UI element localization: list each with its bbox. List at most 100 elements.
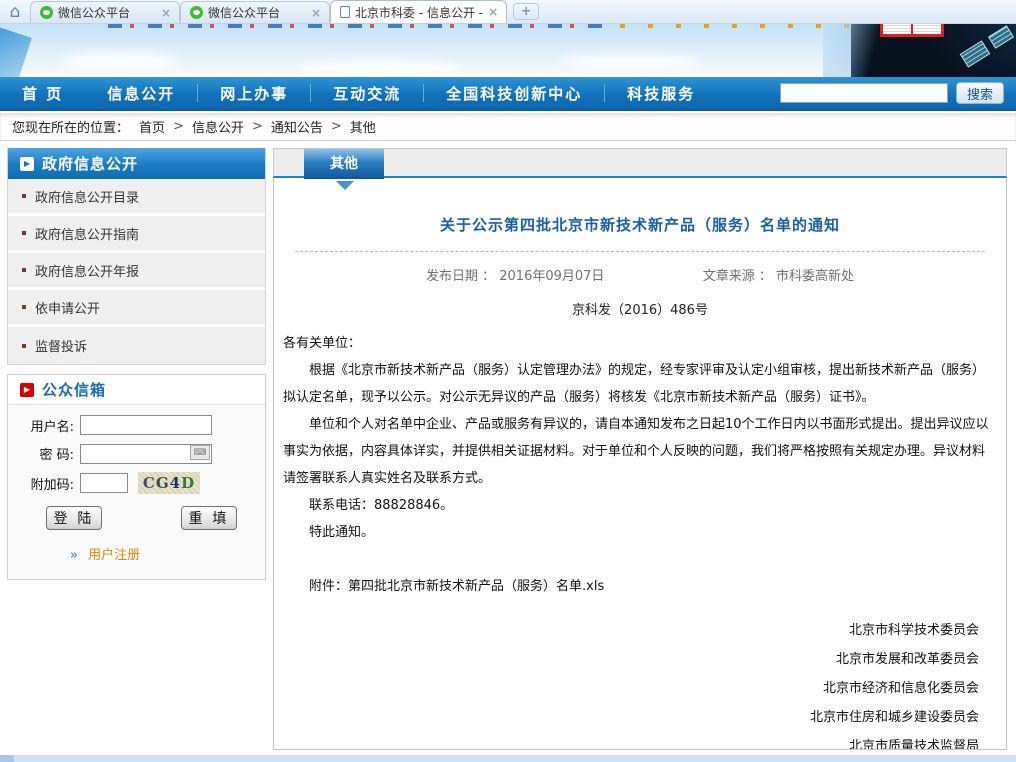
play-icon: ▶ — [20, 157, 34, 171]
sidebar-item-label: 政府信息公开目录 — [35, 187, 139, 206]
nav-search-area: 搜索 — [780, 82, 1016, 104]
captcha-label: 附加码: — [18, 474, 74, 493]
satellite-panel — [960, 40, 991, 67]
browser-tabbar: ⌂ 微信公众平台 × 微信公众平台 × 北京市科委 - 信息公开 - × + — [0, 0, 1016, 24]
search-input[interactable] — [780, 83, 948, 103]
signature: 北京市住房和城乡建设委员会 — [283, 703, 979, 732]
sidebar-item-supervise[interactable]: 监督投诉 — [8, 327, 265, 364]
breadcrumb-other[interactable]: 其他 — [350, 117, 376, 136]
tab-arrow-icon — [336, 181, 354, 190]
sidebar-item-annual-report[interactable]: 政府信息公开年报 — [8, 253, 265, 290]
breadcrumb-separator: > — [173, 119, 184, 134]
sidebar-item-label: 监督投诉 — [35, 336, 87, 355]
site-banner — [0, 24, 1016, 77]
nav-item-innovation-center[interactable]: 全国科技创新中心 — [424, 83, 604, 104]
tab-title: 微信公众平台 — [58, 4, 156, 21]
article-title: 关于公示第四批北京市新技术新产品（服务）名单的通知 — [283, 214, 997, 235]
bullet-icon — [22, 344, 26, 348]
doc-number: 京科发（2016）486号 — [283, 299, 997, 318]
source-label: 文章来源 ： — [703, 269, 772, 284]
publish-label: 发布日期 ： — [426, 269, 495, 284]
breadcrumb-info[interactable]: 信息公开 — [192, 117, 244, 136]
nav-item-online[interactable]: 网上办事 — [198, 83, 310, 104]
browser-tab-wechat-1[interactable]: 微信公众平台 × — [30, 1, 180, 23]
gov-info-header: ▶ 政府信息公开 — [8, 148, 265, 179]
search-button[interactable]: 搜索 — [956, 82, 1004, 104]
paragraph: 根据《北京市新技术新产品（服务）认定管理办法》的规定，经专家评审及认定小组审核，… — [283, 357, 997, 411]
banner-clipped-title — [108, 24, 608, 28]
left-sidebar: ▶ 政府信息公开 政府信息公开目录 政府信息公开指南 政府信息公开年报 依申请公… — [7, 148, 266, 580]
captcha-field[interactable] — [80, 473, 128, 493]
signature: 北京市质量技术监督局 — [283, 732, 979, 750]
signature: 北京市发展和改革委员会 — [283, 645, 979, 674]
play-icon-red: ▶ — [20, 383, 34, 397]
sidebar-item-guide[interactable]: 政府信息公开指南 — [8, 216, 265, 253]
login-button[interactable]: 登 陆 — [46, 506, 102, 530]
signature-block: 北京市科学技术委员会 北京市发展和改革委员会 北京市经济和信息化委员会 北京市住… — [283, 616, 997, 750]
page: ⌂ 微信公众平台 × 微信公众平台 × 北京市科委 - 信息公开 - × + — [0, 0, 1016, 762]
tab-other[interactable]: 其他 — [304, 149, 384, 179]
signature: 北京市经济和信息化委员会 — [283, 674, 979, 703]
gov-info-title: 政府信息公开 — [42, 153, 138, 174]
sidebar-item-catalog[interactable]: 政府信息公开目录 — [8, 179, 265, 216]
close-icon[interactable]: × — [161, 6, 171, 20]
bullet-icon — [22, 305, 26, 309]
home-icon[interactable]: ⌂ — [0, 1, 30, 23]
wechat-icon — [190, 6, 203, 19]
footer-strip — [0, 755, 1016, 762]
browser-tab-wechat-2[interactable]: 微信公众平台 × — [180, 1, 330, 23]
notice-line: 特此通知。 — [283, 519, 997, 546]
password-label: 密 码: — [18, 444, 74, 463]
breadcrumb-home[interactable]: 首页 — [139, 117, 165, 136]
content-tabrow: 其他 — [273, 148, 1007, 178]
mailbox-title: 公众信箱 — [42, 379, 106, 400]
nav-item-home[interactable]: 首 页 — [0, 83, 85, 104]
main-nav: 首 页 信息公开 网上办事 互动交流 全国科技创新中心 科技服务 搜索 — [0, 77, 1016, 111]
footer-chip — [0, 755, 14, 762]
signature: 北京市科学技术委员会 — [283, 616, 979, 645]
bullet-icon — [22, 194, 26, 198]
username-field[interactable] — [80, 415, 212, 435]
paragraph: 单位和个人对名单中企业、产品或服务有异议的，请自本通知发布之日起10个工作日内以… — [283, 411, 997, 492]
breadcrumb-separator: > — [252, 119, 263, 134]
login-form: 用户名: 密 码: ⌨ 附加码: C G 4 — [8, 405, 265, 579]
close-icon[interactable]: × — [311, 6, 321, 20]
mailbox-header: ▶ 公众信箱 — [8, 375, 265, 405]
satellite-panel — [988, 25, 1014, 49]
new-tab-button[interactable]: + — [513, 3, 539, 20]
nav-item-interact[interactable]: 互动交流 — [311, 83, 423, 104]
page-icon — [340, 6, 350, 18]
article-meta: 发布日期 ： 2016年09月07日 文章来源 ： 市科委高新处 — [283, 265, 997, 284]
banner-badge — [880, 24, 944, 37]
article-body: 各有关单位： 根据《北京市新技术新产品（服务）认定管理办法》的规定，经专家评审及… — [283, 330, 997, 600]
attachment-link[interactable]: 附件：第四批北京市新技术新产品（服务）名单.xls — [283, 573, 997, 600]
browser-tab-active[interactable]: 北京市科委 - 信息公开 - × — [330, 0, 507, 23]
captcha-image[interactable]: C G 4 D — [138, 472, 200, 494]
breadcrumb-separator: > — [331, 119, 342, 134]
wechat-icon — [40, 6, 53, 19]
close-icon[interactable]: × — [488, 5, 498, 19]
nav-item-tech-service[interactable]: 科技服务 — [605, 83, 717, 104]
reset-button[interactable]: 重 填 — [181, 506, 237, 530]
register-arrow-icon: » — [70, 548, 78, 563]
publish-date: 2016年09月07日 — [499, 269, 604, 284]
sidebar-item-label: 依申请公开 — [35, 298, 100, 317]
source-value: 市科委高新处 — [776, 269, 854, 284]
sidebar-item-label: 政府信息公开年报 — [35, 261, 139, 280]
sidebar-item-apply[interactable]: 依申请公开 — [8, 290, 265, 327]
tab-title: 北京市科委 - 信息公开 - — [355, 4, 483, 21]
salutation: 各有关单位： — [283, 330, 997, 357]
breadcrumb-prefix: 您现在所在的位置： — [12, 117, 129, 136]
gov-info-box: ▶ 政府信息公开 政府信息公开目录 政府信息公开指南 政府信息公开年报 依申请公… — [7, 148, 266, 365]
breadcrumb-notice[interactable]: 通知公告 — [271, 117, 323, 136]
bullet-icon — [22, 268, 26, 272]
phone-line: 联系电话：88828846。 — [283, 492, 997, 519]
public-mailbox-box: ▶ 公众信箱 用户名: 密 码: ⌨ 附加码: — [7, 374, 266, 580]
keyboard-icon[interactable]: ⌨ — [190, 445, 210, 460]
breadcrumb: 您现在所在的位置： 首页 > 信息公开 > 通知公告 > 其他 — [0, 113, 1016, 141]
username-label: 用户名: — [18, 416, 74, 435]
tab-title: 微信公众平台 — [208, 4, 306, 21]
sidebar-item-label: 政府信息公开指南 — [35, 224, 139, 243]
nav-item-info[interactable]: 信息公开 — [85, 83, 197, 104]
register-link[interactable]: 用户注册 — [88, 548, 140, 563]
